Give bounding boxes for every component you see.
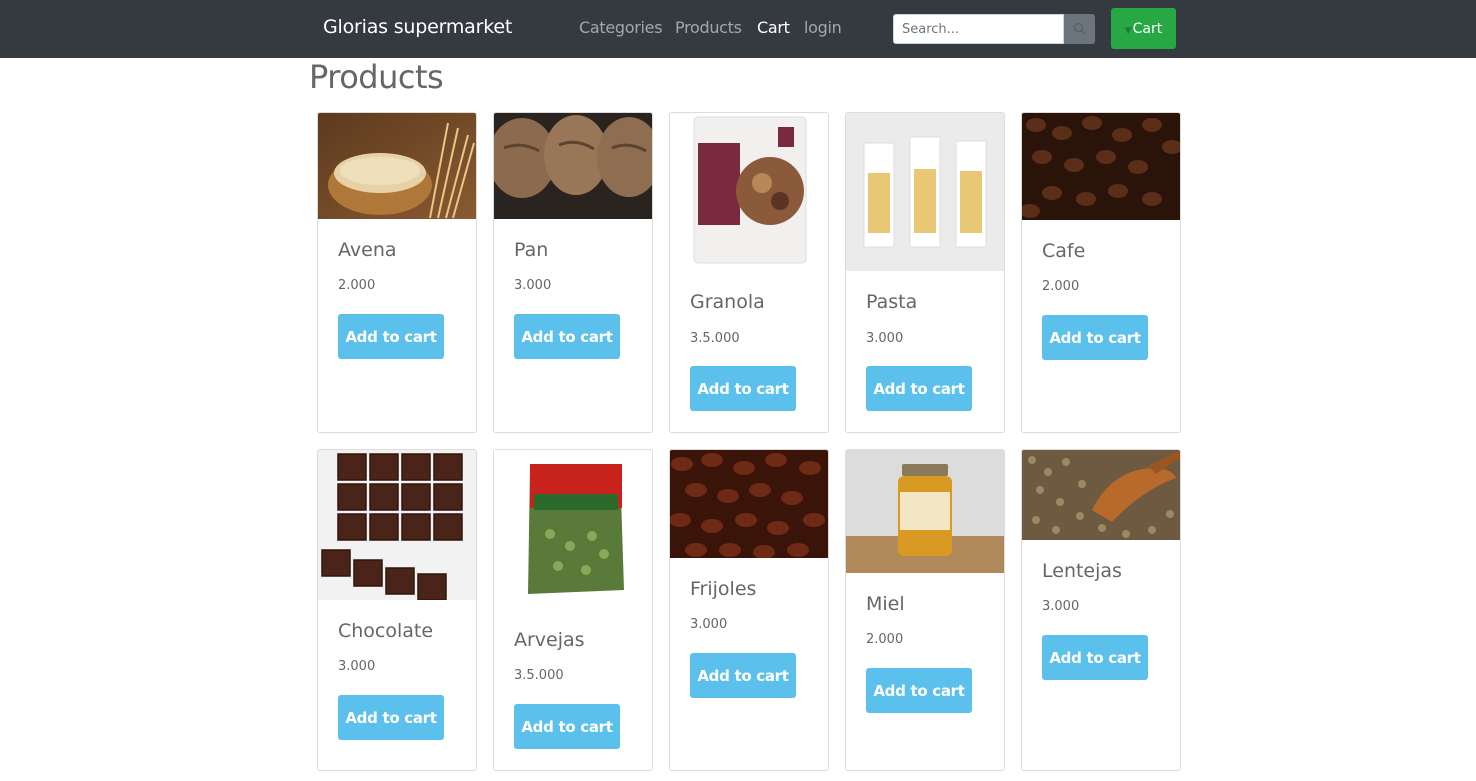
product-price: 3.000	[338, 659, 376, 674]
add-to-cart-button[interactable]: Add to cart	[338, 695, 444, 740]
add-to-cart-button[interactable]: Add to cart	[1042, 315, 1148, 360]
product-title: Miel	[866, 593, 905, 615]
navbar: Glorias supermarket Categories Products …	[0, 0, 1476, 58]
product-image-granola	[670, 113, 828, 271]
product-title: Avena	[338, 239, 397, 261]
product-title: Cafe	[1042, 240, 1086, 262]
product-price: 3.000	[866, 331, 904, 346]
product-price: 2.000	[338, 278, 376, 293]
product-image-cafe	[1022, 113, 1180, 220]
product-price: 3.5.000	[514, 668, 564, 683]
nav-link-login[interactable]: login	[804, 18, 842, 37]
add-to-cart-button[interactable]: Add to cart	[514, 314, 620, 359]
product-card-pan: Pan 3.000 Add to cart	[493, 112, 653, 433]
add-to-cart-button[interactable]: Add to cart	[1042, 635, 1148, 680]
product-price: 3.000	[690, 617, 728, 632]
nav-link-categories[interactable]: Categories	[579, 18, 663, 37]
brand-logo[interactable]: Glorias supermarket	[323, 16, 512, 38]
product-image-pasta	[846, 113, 1004, 271]
product-price: 3.5.000	[690, 331, 740, 346]
nav-link-cart[interactable]: Cart	[757, 18, 790, 37]
add-to-cart-button[interactable]: Add to cart	[866, 668, 972, 713]
add-to-cart-button[interactable]: Add to cart	[690, 366, 796, 411]
cart-icon: ▼	[1124, 25, 1132, 36]
product-card-lentejas: Lentejas 3.000 Add to cart	[1021, 449, 1181, 771]
product-image-chocolate	[318, 450, 476, 600]
search-input[interactable]	[893, 14, 1064, 44]
search-icon	[1073, 22, 1086, 35]
product-title: Pan	[514, 239, 549, 261]
product-image-avena	[318, 113, 476, 219]
add-to-cart-button[interactable]: Add to cart	[514, 704, 620, 749]
cart-button[interactable]: ▼Cart	[1111, 8, 1176, 49]
product-title: Lentejas	[1042, 560, 1122, 582]
product-card-frijoles: Frijoles 3.000 Add to cart	[669, 449, 829, 771]
product-image-miel	[846, 450, 1004, 573]
product-price: 2.000	[1042, 279, 1080, 294]
product-title: Pasta	[866, 291, 918, 313]
product-card-chocolate: Chocolate 3.000 Add to cart	[317, 449, 477, 771]
product-title: Arvejas	[514, 629, 585, 651]
product-card-arvejas: Arvejas 3.5.000 Add to cart	[493, 449, 653, 771]
product-title: Chocolate	[338, 620, 434, 642]
nav-link-products[interactable]: Products	[675, 18, 742, 37]
product-price: 3.000	[1042, 599, 1080, 614]
product-image-arvejas	[494, 450, 652, 608]
cart-button-label: Cart	[1132, 20, 1163, 37]
product-price: 2.000	[866, 632, 904, 647]
add-to-cart-button[interactable]: Add to cart	[338, 314, 444, 359]
product-title: Granola	[690, 291, 765, 313]
product-card-miel: Miel 2.000 Add to cart	[845, 449, 1005, 771]
product-price: 3.000	[514, 278, 552, 293]
add-to-cart-button[interactable]: Add to cart	[866, 366, 972, 411]
product-card-granola: Granola 3.5.000 Add to cart	[669, 112, 829, 433]
product-title: Frijoles	[690, 578, 757, 600]
product-card-avena: Avena 2.000 Add to cart	[317, 112, 477, 433]
product-card-cafe: Cafe 2.000 Add to cart	[1021, 112, 1181, 433]
product-image-pan	[494, 113, 652, 219]
product-card-pasta: Pasta 3.000 Add to cart	[845, 112, 1005, 433]
search-button[interactable]	[1064, 14, 1095, 44]
product-image-frijoles	[670, 450, 828, 558]
add-to-cart-button[interactable]: Add to cart	[690, 653, 796, 698]
page-title: Products	[309, 58, 444, 96]
product-image-lentejas	[1022, 450, 1180, 540]
